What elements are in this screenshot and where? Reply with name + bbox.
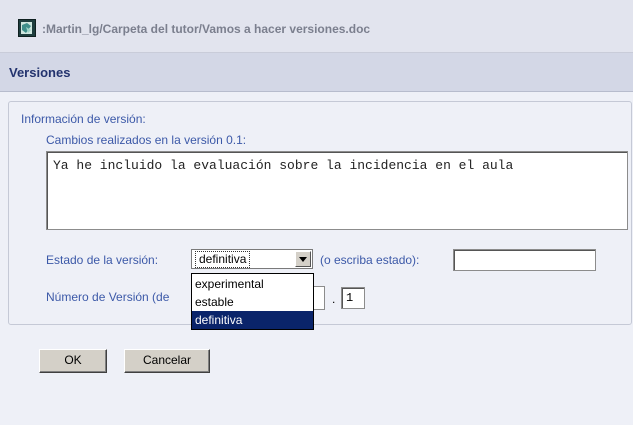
status-label: Estado de la versión: <box>46 253 159 267</box>
version-dot: . <box>332 292 336 306</box>
document-icon <box>18 19 36 37</box>
section-title: Versiones <box>9 65 71 80</box>
status-option-definitiva[interactable]: definitiva <box>192 311 313 329</box>
status-selected-value: definitiva <box>195 251 251 268</box>
status-write-label: (o escriba estado): <box>320 253 420 267</box>
chevron-down-icon[interactable] <box>295 251 311 267</box>
version-major-input[interactable] <box>313 286 325 310</box>
version-info-label: Información de versión: <box>21 112 146 126</box>
ok-button[interactable]: OK <box>39 349 107 373</box>
version-number-label: Número de Versión (de <box>46 290 170 304</box>
changes-textarea[interactable]: Ya he incluido la evaluación sobre la in… <box>46 151 628 230</box>
status-write-input[interactable] <box>453 249 596 271</box>
status-option-estable[interactable]: estable <box>192 293 313 311</box>
changes-label: Cambios realizados en la versión 0.1: <box>46 133 247 147</box>
section-header: Versiones <box>0 53 633 92</box>
status-dropdown-list: experimental estable definitiva <box>191 273 314 330</box>
cancel-button[interactable]: Cancelar <box>124 349 210 373</box>
window-titlebar: :Martin_lg/Carpeta del tutor/Vamos a hac… <box>0 0 633 53</box>
status-option-experimental[interactable]: experimental <box>192 275 313 293</box>
version-minor-input[interactable]: 1 <box>341 287 365 309</box>
status-select[interactable]: definitiva <box>191 249 313 269</box>
window-title: :Martin_lg/Carpeta del tutor/Vamos a hac… <box>42 22 371 36</box>
